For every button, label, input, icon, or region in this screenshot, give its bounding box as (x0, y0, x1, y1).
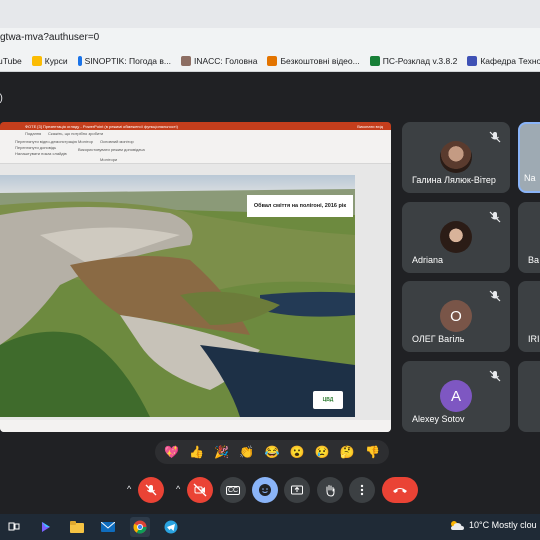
reactions-bar: 💖 👍 🎉 👏 😂 😮 😢 🤔 👎 (155, 440, 389, 464)
reaction-surprised[interactable]: 😮 (290, 446, 305, 458)
avatar: A (440, 380, 472, 412)
participant-name: ОЛЕГ Вагіль (412, 334, 465, 344)
participant-tile[interactable]: IRI (518, 281, 540, 352)
camera-off-icon (193, 483, 207, 497)
courses-icon (31, 55, 42, 66)
mic-off-icon (489, 290, 501, 302)
captions-button[interactable]: CC (220, 477, 246, 503)
ribbon-item: Переглянути доповідь (15, 145, 57, 150)
participant-tile[interactable]: Adriana (402, 202, 510, 273)
bookmark-courses[interactable]: Курси (31, 55, 68, 66)
more-vert-icon (360, 484, 364, 496)
hand-icon (326, 485, 335, 497)
slide-logo: ЦВД (313, 391, 343, 409)
bookmarks-bar: uTube Курси SINOPTIK: Погода в... INACC:… (0, 50, 540, 72)
chrome-icon[interactable] (130, 517, 150, 537)
ribbon-item: Налаштувати показ слайдів (15, 151, 67, 156)
avatar (440, 141, 472, 173)
reaction-thumbs-up[interactable]: 👍 (189, 446, 204, 458)
bookmark-schedule[interactable]: ПС-Розклад v.3.8.2 (369, 55, 457, 66)
ribbon-search: Скажіть, що потрібно зробити (48, 131, 104, 136)
reactions-button[interactable] (252, 477, 278, 503)
reaction-heart[interactable]: 💖 (164, 446, 179, 458)
url-text[interactable]: gtwa-mva?authuser=0 (0, 32, 99, 43)
ribbon-item: Використовувати режим доповідача (78, 147, 145, 152)
camera-toggle-button[interactable] (187, 477, 213, 503)
bookmark-inacc[interactable]: INACC: Головна (180, 55, 257, 66)
participant-name: Na (524, 173, 536, 183)
bookmark-department[interactable]: Кафедра Технології... (467, 55, 540, 66)
file-explorer-icon[interactable] (69, 519, 85, 535)
leave-call-button[interactable] (382, 477, 418, 503)
reaction-laugh[interactable]: 😂 (265, 446, 280, 458)
logo-text: ЦВД (322, 397, 334, 403)
ribbon-group-label: Монітори (100, 157, 118, 162)
reaction-sad[interactable]: 😢 (315, 446, 330, 458)
meet-header (0, 86, 540, 112)
slide-image: Обвал сміття на полігоні, 2016 рік ЦВД (0, 175, 355, 417)
participant-name: Alexey Sotov (412, 414, 465, 424)
more-options-button[interactable] (349, 477, 375, 503)
avatar: О (440, 300, 472, 332)
smiley-icon (259, 484, 271, 496)
participant-tile[interactable]: A Alexey Sotov (402, 361, 510, 432)
mic-options-caret[interactable]: ^ (127, 484, 131, 494)
presentation-tile[interactable]: ФОТЕ [3] Презентація огляду - PowerPoint… (0, 122, 391, 432)
reaction-thumbs-down[interactable]: 👎 (365, 446, 380, 458)
participant-name: Ва (528, 255, 540, 265)
sinoptik-icon (77, 55, 82, 66)
inacc-icon (180, 55, 191, 66)
weather-widget[interactable]: 10°C Mostly clou (449, 519, 537, 531)
present-button[interactable] (284, 477, 310, 503)
schedule-icon (369, 55, 380, 66)
weather-text: 10°C Mostly clou (469, 520, 537, 530)
ppt-ribbon: Подання Скажіть, що потрібно зробити Пер… (0, 130, 391, 164)
camera-options-caret[interactable]: ^ (176, 484, 180, 494)
telegram-icon[interactable] (163, 519, 179, 535)
raise-hand-button[interactable] (317, 477, 343, 503)
cloudy-icon (451, 521, 464, 530)
free-video-icon (267, 55, 278, 66)
participant-name: IRI (528, 334, 540, 344)
department-icon (467, 55, 478, 66)
mic-off-icon (489, 211, 501, 223)
ppt-sign-in: Виконати вхід (357, 124, 383, 129)
task-view-icon[interactable] (6, 519, 22, 535)
ppt-status-bar (0, 420, 391, 432)
reaction-party[interactable]: 🎉 (214, 446, 229, 458)
bookmark-youtube[interactable]: uTube (0, 56, 22, 66)
ribbon-item: Основний монітор (100, 139, 134, 144)
mail-icon[interactable] (100, 519, 116, 535)
mic-off-icon (489, 131, 501, 143)
app-icon[interactable] (38, 519, 54, 535)
participant-name: Галина Лялюк-Вітер (412, 175, 496, 185)
hang-up-icon (393, 488, 407, 493)
slide-caption: Обвал сміття на полігоні, 2016 рік (247, 195, 353, 217)
bookmark-free-video[interactable]: Безкоштовні відео... (267, 55, 360, 66)
reaction-clap[interactable]: 👏 (239, 446, 254, 458)
ppt-window-title: ФОТЕ [3] Презентація огляду - PowerPoint… (25, 124, 178, 129)
captions-icon: CC (225, 485, 241, 495)
avatar (440, 221, 472, 253)
ribbon-tab: Подання (25, 131, 42, 136)
meeting-title: а) (0, 93, 3, 104)
bookmark-sinoptik[interactable]: SINOPTIK: Погода в... (77, 55, 171, 66)
ppt-titlebar: ФОТЕ [3] Презентація огляду - PowerPoint… (0, 122, 391, 130)
reaction-thinking[interactable]: 🤔 (340, 446, 355, 458)
ribbon-item: Переглянути відео-демонстрацію (15, 139, 78, 144)
mic-off-icon (145, 484, 157, 496)
participant-tile[interactable]: Ва (518, 202, 540, 273)
participant-tile[interactable]: О ОЛЕГ Вагіль (402, 281, 510, 352)
participant-tile[interactable]: Na (518, 122, 540, 193)
participant-name: Adriana (412, 255, 444, 265)
present-screen-icon (291, 485, 303, 495)
mic-off-icon (489, 370, 501, 382)
mic-toggle-button[interactable] (138, 477, 164, 503)
participant-tile[interactable] (518, 361, 540, 432)
browser-tab-strip (0, 0, 540, 28)
participant-tile[interactable]: Галина Лялюк-Вітер (402, 122, 510, 193)
ribbon-item: Монітор (78, 139, 93, 144)
